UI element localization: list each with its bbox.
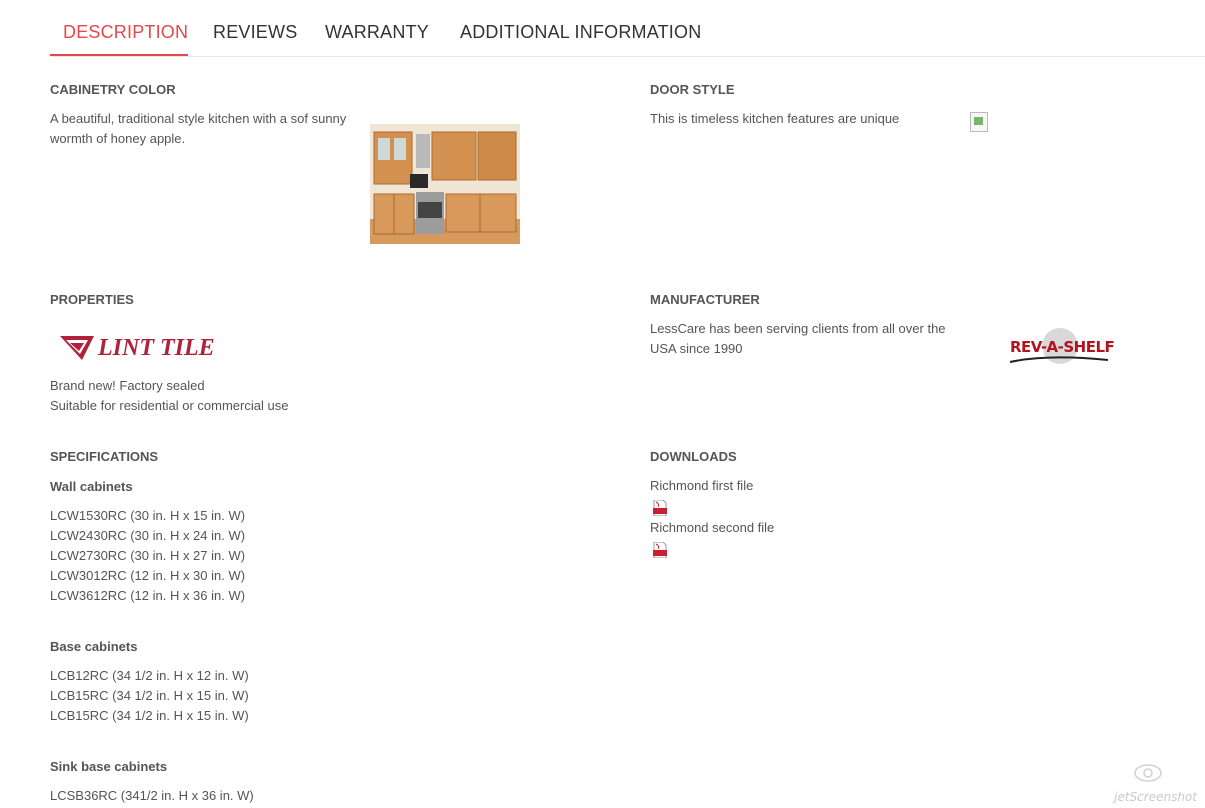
tab-description[interactable]: DESCRIPTION <box>63 22 188 43</box>
pdf-icon[interactable] <box>652 541 668 559</box>
spec-group-title: Sink base cabinets <box>50 759 168 774</box>
broken-image-icon <box>970 112 988 132</box>
spec-group-list: LCB12RC (34 1/2 in. H x 12 in. W) LCB15R… <box>50 666 249 726</box>
manufacturer-heading: MANUFACTURER <box>650 292 760 307</box>
manufacturer-text: LessCare has been serving clients from a… <box>650 321 946 356</box>
pdf-icon[interactable] <box>652 499 668 517</box>
spec-item: LCW2430RC (30 in. H x 24 in. W) <box>50 528 246 543</box>
spec-group-list: LCW1530RC (30 in. H x 15 in. W) LCW2430R… <box>50 506 245 606</box>
lint-tile-logo-text: LINT TILE <box>98 335 215 361</box>
tab-additional-information[interactable]: ADDITIONAL INFORMATION <box>460 22 701 43</box>
spec-item: LCW2730RC (30 in. H x 27 in. W) <box>50 548 246 563</box>
download-file-link[interactable]: Richmond first file <box>650 476 753 496</box>
download-file-link[interactable]: Richmond second file <box>650 518 774 538</box>
properties-line: Brand new! Factory sealed <box>50 378 205 393</box>
tab-warranty[interactable]: WARRANTY <box>325 22 429 43</box>
tab-bar: DESCRIPTION REVIEWS WARRANTY ADDITIONAL … <box>50 0 1205 57</box>
door-style-text: This is timeless kitchen features are un… <box>650 111 900 126</box>
cabinetry-heading: CABINETRY COLOR <box>50 82 176 97</box>
downloads-heading: DOWNLOADS <box>650 449 737 464</box>
watermark-text: jetScreenshot <box>1114 790 1197 804</box>
door-style-heading: DOOR STYLE <box>650 82 735 97</box>
properties-heading: PROPERTIES <box>50 292 134 307</box>
spec-item: LCW3012RC (12 in. H x 30 in. W) <box>50 568 246 583</box>
cabinetry-text: A beautiful, traditional style kitchen w… <box>50 111 347 146</box>
specifications-heading: SPECIFICATIONS <box>50 449 159 464</box>
rev-a-shelf-logo-text: REV-A-SHELF <box>1010 338 1115 356</box>
properties-line: Suitable for residential or commercial u… <box>50 398 289 413</box>
active-tab-indicator <box>50 54 188 56</box>
spec-group-title: Wall cabinets <box>50 479 133 494</box>
properties-lines: Brand new! Factory sealed Suitable for r… <box>50 376 288 416</box>
spec-item: LCB15RC (34 1/2 in. H x 15 in. W) <box>50 688 249 703</box>
rev-a-shelf-logo: REV-A-SHELF <box>1008 326 1118 370</box>
spec-item: LCB15RC (34 1/2 in. H x 15 in. W) <box>50 708 249 723</box>
spec-item: LCW3612RC (12 in. H x 36 in. W) <box>50 588 246 603</box>
lint-tile-logo: LINT TILE <box>58 332 228 366</box>
tab-reviews[interactable]: REVIEWS <box>213 22 297 43</box>
watermark-eye-icon <box>1133 762 1163 784</box>
spec-item: LCSB36RC (341/2 in. H x 36 in. W) <box>50 788 254 803</box>
spec-group-title: Base cabinets <box>50 639 138 654</box>
spec-item: LCB12RC (34 1/2 in. H x 12 in. W) <box>50 668 249 683</box>
kitchen-photo <box>370 124 520 244</box>
spec-item: LCW1530RC (30 in. H x 15 in. W) <box>50 508 246 523</box>
spec-group-list: LCSB36RC (341/2 in. H x 36 in. W) <box>50 786 254 806</box>
